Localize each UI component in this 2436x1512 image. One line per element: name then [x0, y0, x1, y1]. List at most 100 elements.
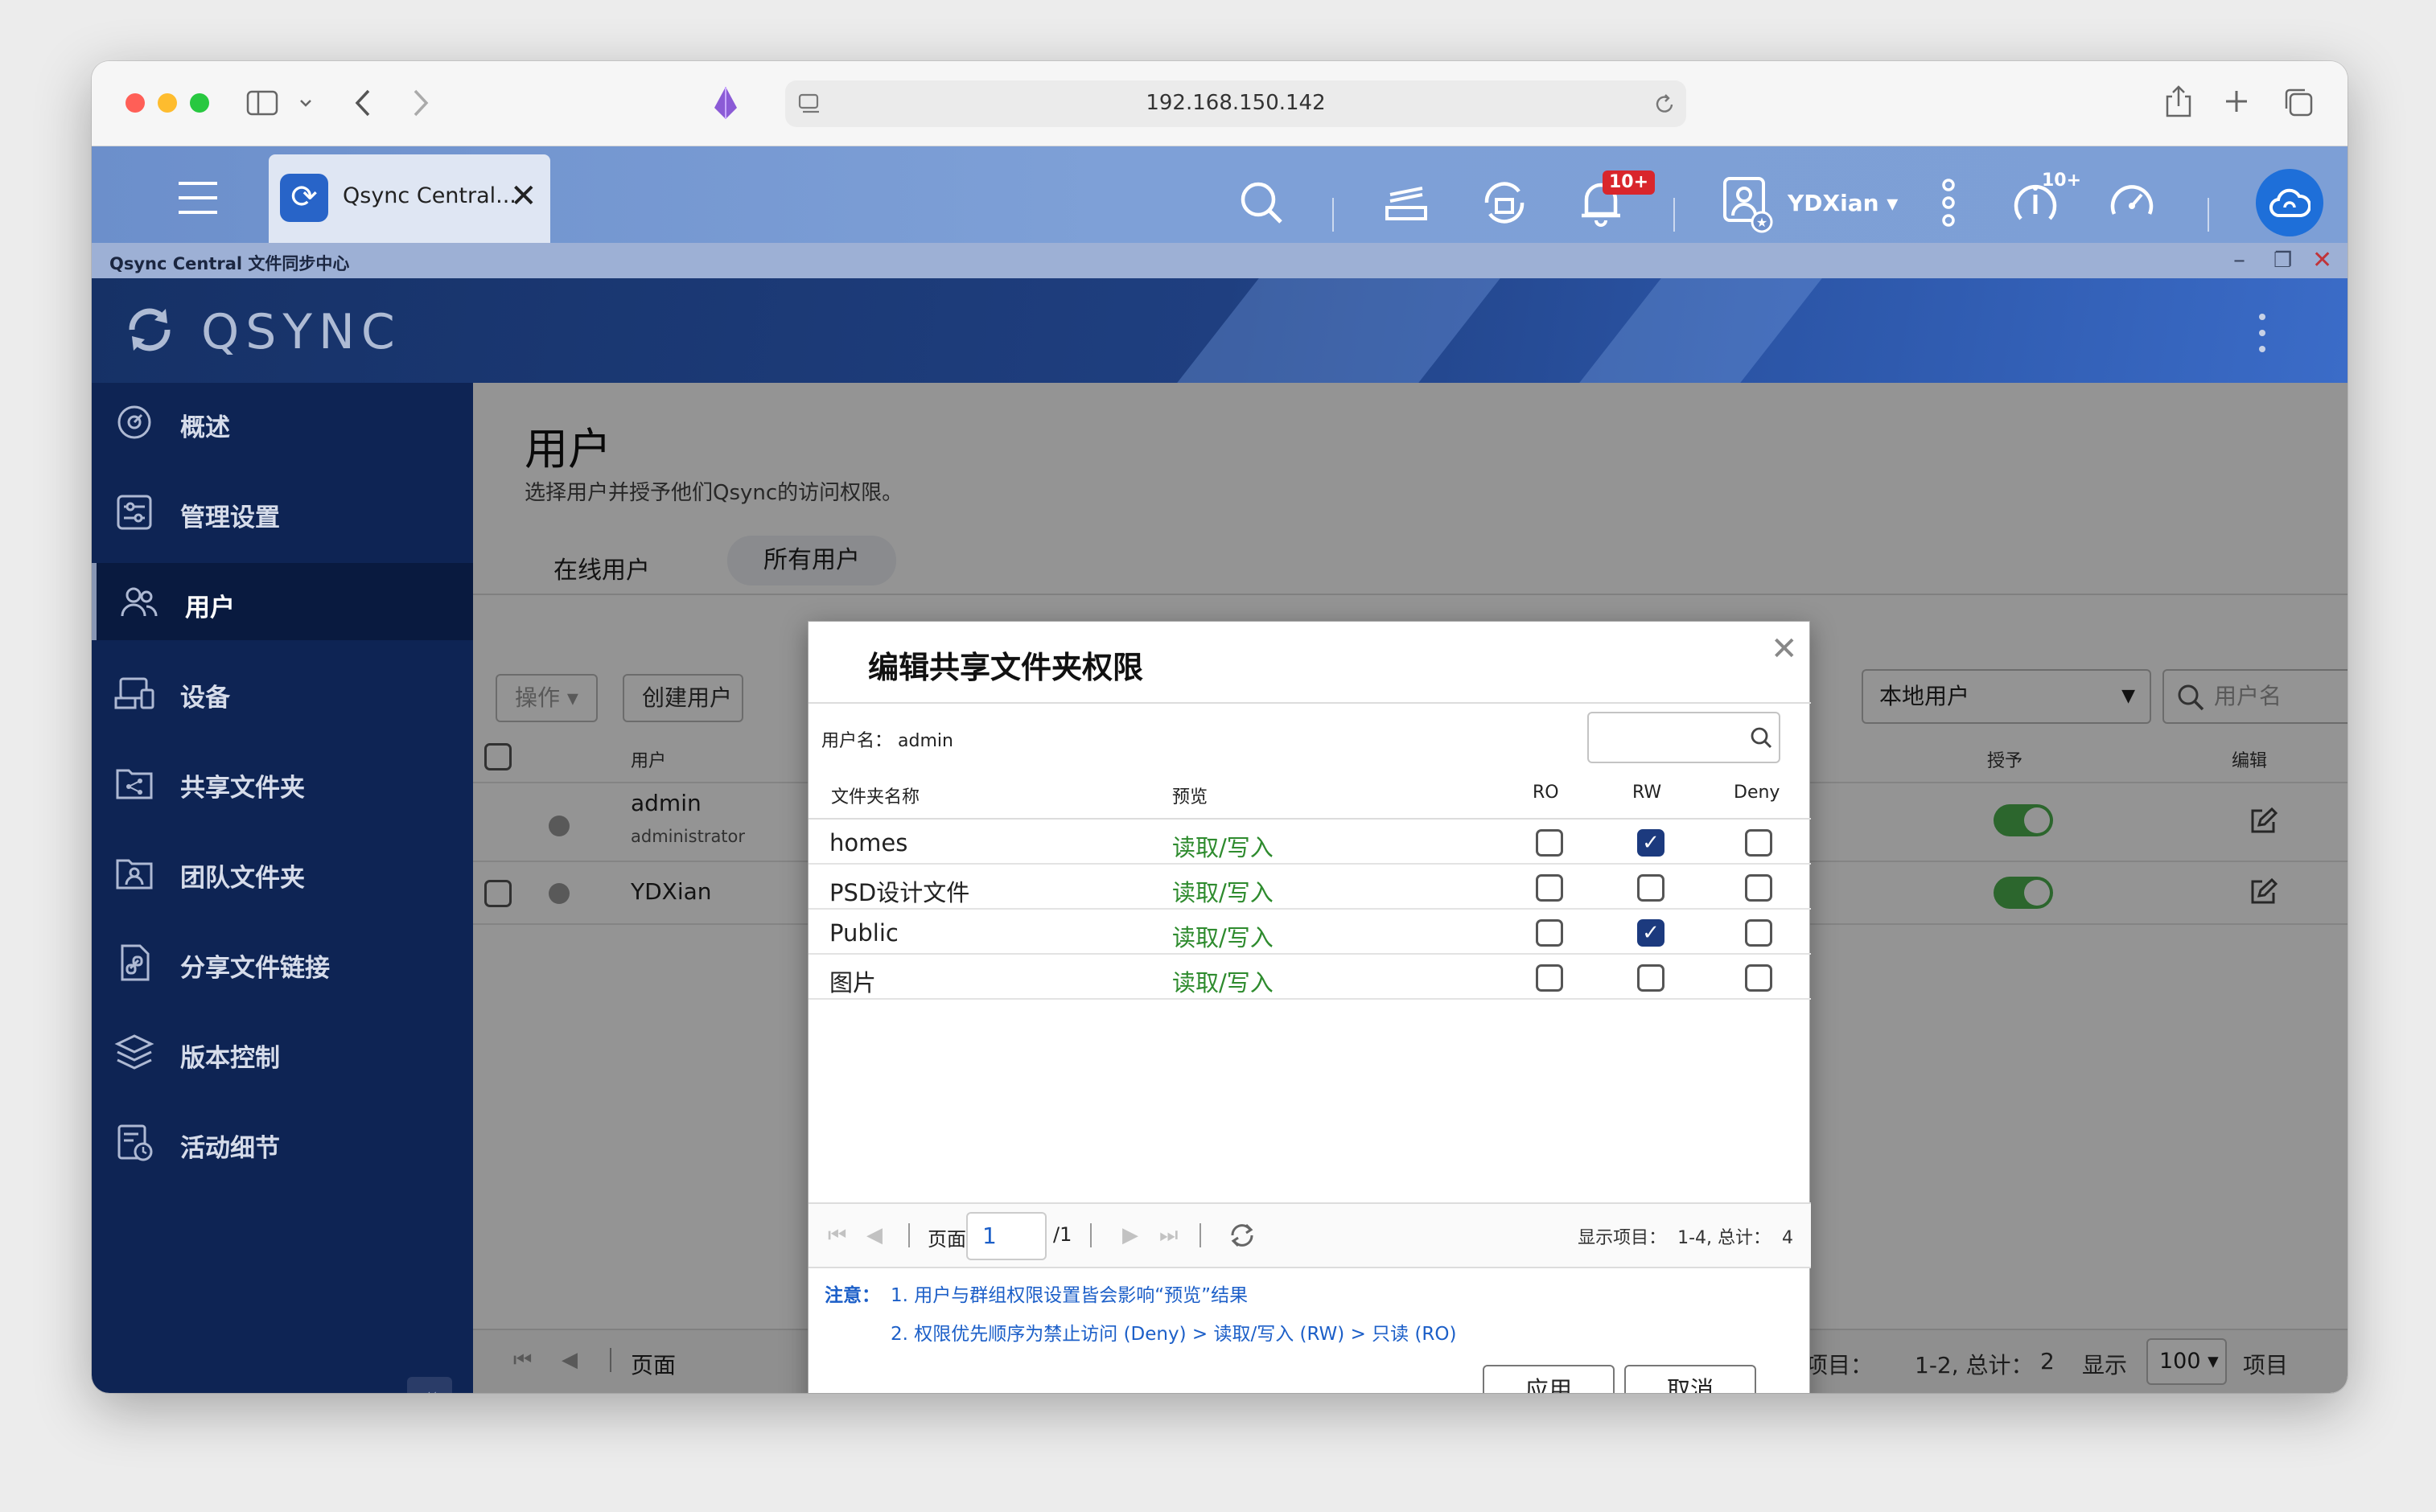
reload-icon[interactable]	[1654, 93, 1677, 116]
close-window-button[interactable]	[126, 93, 145, 113]
ro-checkbox[interactable]	[1536, 874, 1563, 902]
separator	[2208, 198, 2209, 232]
folder-preview: 读取/写入	[1172, 834, 1274, 861]
sidebar-item-team-folders[interactable]: 团队文件夹	[92, 833, 473, 910]
more-options-icon[interactable]	[1939, 177, 1958, 228]
next-page-icon[interactable]: ▶	[1122, 1223, 1138, 1247]
extension-icon[interactable]	[711, 85, 740, 121]
user-name-menu[interactable]: YDXian ▾	[1788, 190, 1898, 216]
column-header-deny: Deny	[1734, 783, 1780, 803]
search-icon[interactable]	[1237, 179, 1286, 227]
column-header-rw: RW	[1632, 783, 1662, 803]
column-header-preview: 预览	[1172, 787, 1208, 807]
deny-checkbox[interactable]	[1745, 874, 1772, 902]
sidebar-item-share-links[interactable]: 分享文件链接	[92, 923, 473, 1000]
column-header-folder: 文件夹名称	[831, 787, 920, 807]
updates-badge: 10+	[2042, 171, 2082, 191]
activity-icon	[117, 1124, 153, 1161]
app-window-title: Qsync Central 文件同步中心	[109, 254, 350, 273]
rw-checkbox[interactable]	[1637, 874, 1664, 902]
sidebar-item-label: 共享文件夹	[180, 774, 305, 803]
address-bar[interactable]: 192.168.150.142	[785, 80, 1686, 127]
username-value: admin	[898, 731, 953, 751]
page-number-input[interactable]: 1	[966, 1212, 1047, 1260]
folder-search-input[interactable]	[1587, 712, 1780, 763]
banner-stripe	[1579, 278, 1822, 383]
separator	[1090, 1223, 1092, 1247]
zoom-window-button[interactable]	[190, 93, 209, 113]
main-menu-icon[interactable]	[175, 175, 220, 220]
folder-name: PSD设计文件	[829, 879, 970, 906]
sidebar-item-users[interactable]: 用户	[92, 563, 473, 640]
sync-icon[interactable]	[1479, 177, 1530, 228]
more-menu-icon[interactable]	[2256, 312, 2269, 354]
rw-checkbox[interactable]	[1637, 964, 1664, 992]
sidebar-item-devices[interactable]: 设备	[92, 653, 473, 730]
sidebar-item-label: 团队文件夹	[180, 864, 305, 893]
sidebar-item-version-control[interactable]: 版本控制	[92, 1013, 473, 1091]
qsync-banner: QSYNC	[92, 278, 2348, 383]
search-icon	[1751, 727, 1772, 749]
sidebar-item-activity[interactable]: 活动细节	[92, 1103, 473, 1181]
dialog-title: 编辑共享文件夹权限	[868, 650, 1144, 685]
myqnapcloud-button[interactable]	[2256, 169, 2323, 236]
cancel-button[interactable]: 取消	[1624, 1365, 1756, 1393]
rw-checkbox[interactable]: ✓	[1637, 829, 1664, 857]
app-tab-label: Qsync Central...	[343, 183, 516, 208]
version-icon	[114, 1034, 154, 1070]
sidebar-item-settings[interactable]: 管理设置	[92, 473, 473, 550]
ro-checkbox[interactable]	[1536, 919, 1563, 947]
close-icon[interactable]: ✕	[1771, 630, 1798, 668]
app-tab-qsync[interactable]: ⟳ Qsync Central... ✕	[269, 154, 550, 243]
chevron-down-icon[interactable]	[299, 98, 312, 108]
note-line: 1. 用户与群组权限设置皆会影响“预览”结果	[891, 1285, 1249, 1306]
back-icon[interactable]	[354, 88, 372, 117]
sidebar-item-label: 用户	[185, 594, 235, 622]
ro-checkbox[interactable]	[1536, 829, 1563, 857]
restore-app-icon[interactable]: ❐	[2273, 246, 2292, 275]
app-window-titlebar: Qsync Central 文件同步中心 – ❐ ✕	[92, 243, 2348, 278]
dialog-pager: ⏮ ◀ 页面 1 /1 ▶ ⏭ 显示项目： 1-4, 总计： 4	[809, 1202, 1811, 1268]
separator	[908, 1223, 910, 1247]
last-page-icon[interactable]: ⏭	[1159, 1223, 1178, 1248]
separator	[1673, 198, 1675, 232]
display-info: 显示项目： 1-4, 总计： 4	[1578, 1228, 1793, 1248]
cloud-icon	[2269, 188, 2310, 218]
url-text: 192.168.150.142	[1146, 91, 1326, 115]
sidebar-item-shared-folders[interactable]: 共享文件夹	[92, 743, 473, 820]
sidebar-item-overview[interactable]: 概述	[92, 383, 473, 460]
prev-page-icon[interactable]: ◀	[866, 1223, 883, 1247]
close-icon[interactable]: ✕	[510, 177, 537, 216]
ro-checkbox[interactable]	[1536, 964, 1563, 992]
background-tasks-icon[interactable]	[1382, 179, 1430, 227]
sidebar-toggle-icon[interactable]	[246, 90, 278, 116]
minimize-app-icon[interactable]: –	[2233, 246, 2245, 275]
deny-checkbox[interactable]	[1745, 829, 1772, 857]
qsync-logo-icon	[129, 308, 171, 351]
collapse-sidebar-button[interactable]: «	[407, 1377, 452, 1393]
close-app-icon[interactable]: ✕	[2312, 246, 2332, 275]
folder-row: PSD设计文件 读取/写入	[809, 865, 1811, 910]
minimize-window-button[interactable]	[158, 93, 177, 113]
share-icon[interactable]	[2164, 84, 2193, 119]
user-account-icon[interactable]: ★	[1722, 175, 1773, 233]
sidebar-item-label: 管理设置	[180, 503, 280, 532]
rw-checkbox[interactable]: ✓	[1637, 919, 1664, 947]
resource-monitor-icon[interactable]	[2106, 177, 2158, 228]
first-page-icon[interactable]: ⏮	[828, 1223, 846, 1248]
overview-icon	[117, 405, 151, 439]
notes-label: 注意：	[825, 1285, 880, 1306]
deny-checkbox[interactable]	[1745, 964, 1772, 992]
sidebar-item-label: 设备	[180, 684, 230, 713]
qsync-logo-text: QSYNC	[201, 304, 401, 360]
apply-button[interactable]: 应用	[1483, 1365, 1615, 1393]
users-icon	[121, 587, 158, 617]
notification-badge: 10+	[1603, 171, 1656, 195]
shared-folder-icon	[116, 769, 153, 799]
new-tab-icon[interactable]	[2224, 88, 2249, 114]
forward-icon[interactable]	[412, 88, 430, 117]
deny-checkbox[interactable]	[1745, 919, 1772, 947]
refresh-icon[interactable]	[1228, 1222, 1256, 1249]
sidebar: 概述 管理设置 用户 设备 共享文件夹 团队文件夹 分享文件链接 版本控制 活动…	[92, 383, 473, 1393]
tab-overview-icon[interactable]	[2283, 87, 2314, 117]
